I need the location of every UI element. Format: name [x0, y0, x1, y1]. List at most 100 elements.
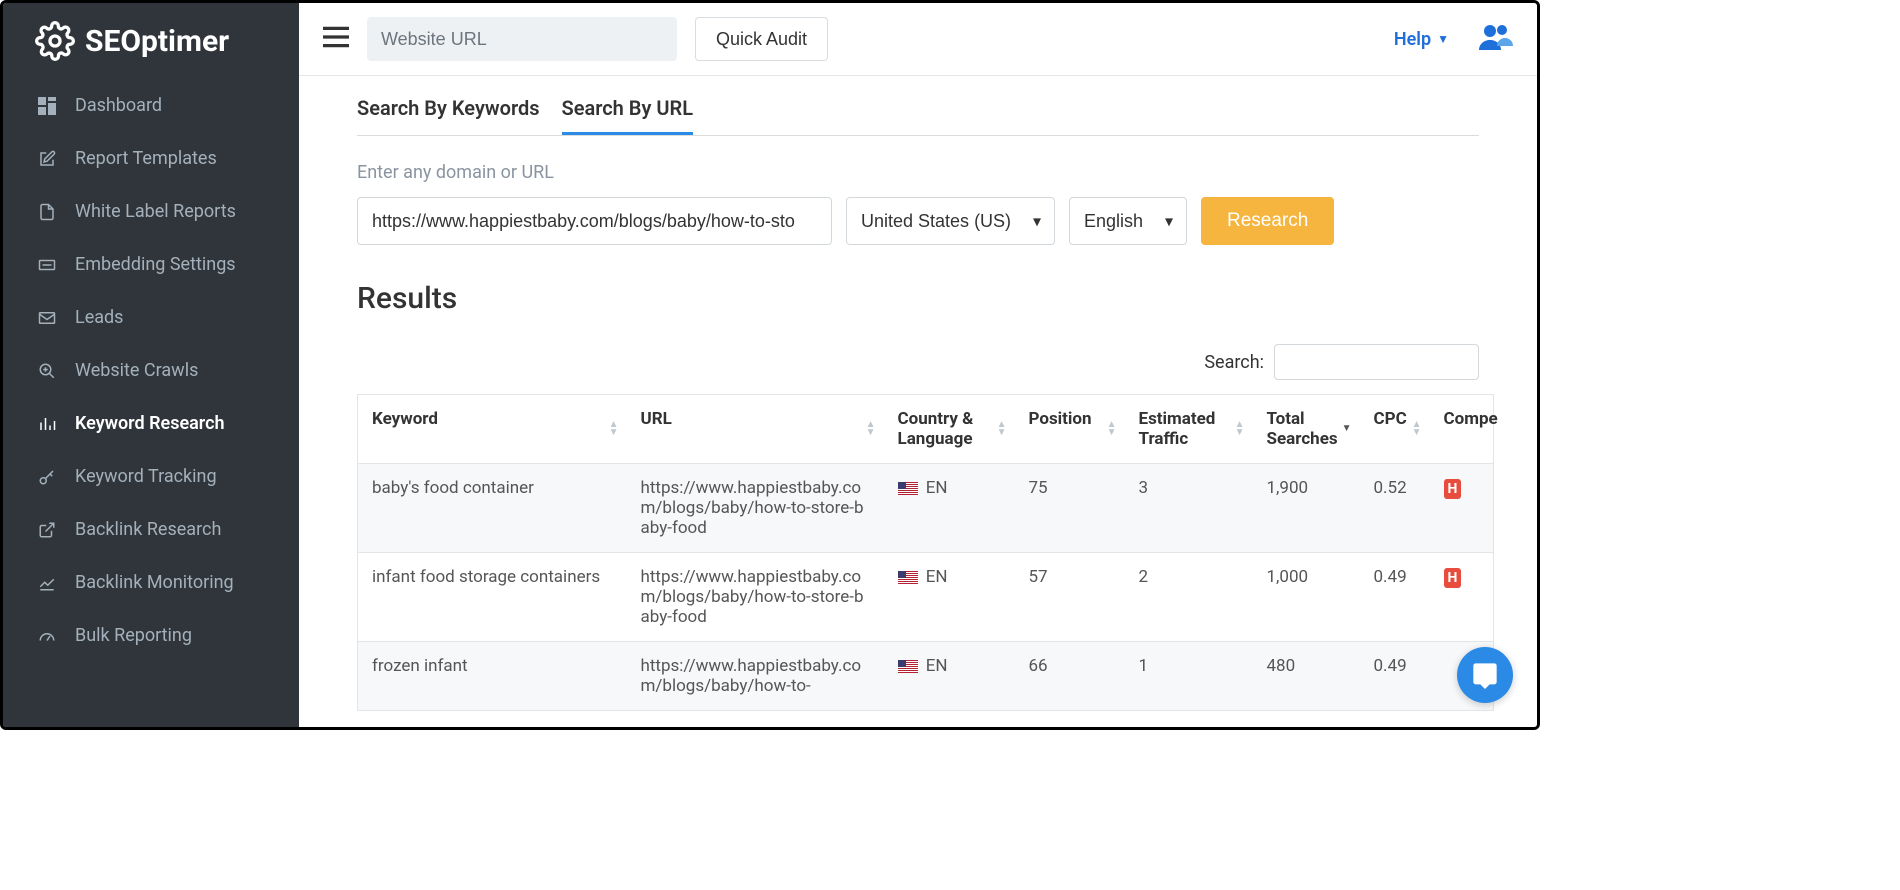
sidebar-item-label: Leads	[75, 307, 123, 328]
sidebar-item-label: Keyword Research	[75, 413, 225, 434]
sidebar-item-label: Embedding Settings	[75, 254, 236, 275]
sidebar-item-label: Bulk Reporting	[75, 625, 192, 646]
tabs: Search By Keywords Search By URL	[357, 96, 1479, 136]
table-row[interactable]: infant food storage containers https://w…	[358, 553, 1494, 642]
hamburger-icon	[323, 26, 349, 48]
pencil-square-icon	[35, 150, 59, 168]
chat-icon	[1471, 661, 1499, 689]
sidebar-item-keyword-tracking[interactable]: Keyword Tracking	[3, 450, 299, 503]
sidebar-item-embedding[interactable]: Embedding Settings	[3, 238, 299, 291]
line-chart-icon	[35, 574, 59, 592]
sort-icon: ▲▼	[997, 421, 1007, 437]
table-search-label: Search:	[1204, 352, 1264, 373]
us-flag-icon	[898, 660, 918, 673]
key-icon	[35, 468, 59, 486]
gear-icon	[35, 21, 75, 61]
sort-icon: ▲▼	[1412, 421, 1422, 437]
cell-competition: H	[1430, 464, 1494, 553]
search-plus-icon	[35, 362, 59, 380]
account-button[interactable]	[1477, 22, 1513, 56]
cell-searches: 480	[1253, 642, 1360, 711]
col-competition[interactable]: Compe	[1430, 395, 1494, 464]
cell-url: https://www.happiestbaby.com/blogs/baby/…	[627, 553, 884, 642]
table-search-input[interactable]	[1274, 344, 1479, 380]
sidebar-item-white-label[interactable]: White Label Reports	[3, 185, 299, 238]
dashboard-icon	[35, 97, 59, 115]
country-select[interactable]: United States (US)	[846, 197, 1055, 245]
col-url[interactable]: URL▲▼	[627, 395, 884, 464]
cell-position: 57	[1015, 553, 1125, 642]
cell-traffic: 3	[1125, 464, 1253, 553]
bar-chart-icon	[35, 415, 59, 433]
sidebar-item-bulk-reporting[interactable]: Bulk Reporting	[3, 609, 299, 662]
us-flag-icon	[898, 482, 918, 495]
table-row[interactable]: baby's food container https://www.happie…	[358, 464, 1494, 553]
cell-traffic: 2	[1125, 553, 1253, 642]
results-table: Keyword▲▼ URL▲▼ Country & Language▲▼ Pos…	[357, 394, 1494, 711]
sidebar-item-label: Keyword Tracking	[75, 466, 217, 487]
sidebar-item-leads[interactable]: Leads	[3, 291, 299, 344]
chat-button[interactable]	[1457, 647, 1513, 703]
col-searches[interactable]: Total Searches▼	[1253, 395, 1360, 464]
table-search-row: Search:	[357, 344, 1479, 380]
topbar: Quick Audit Help ▼	[299, 3, 1537, 76]
sidebar-item-label: Report Templates	[75, 148, 217, 169]
sidebar-item-label: White Label Reports	[75, 201, 236, 222]
cell-searches: 1,000	[1253, 553, 1360, 642]
sidebar-item-keyword-research[interactable]: Keyword Research	[3, 397, 299, 450]
gauge-icon	[35, 627, 59, 645]
quick-audit-button[interactable]: Quick Audit	[695, 17, 828, 61]
sidebar-item-report-templates[interactable]: Report Templates	[3, 132, 299, 185]
cell-keyword: baby's food container	[358, 464, 627, 553]
envelope-icon	[35, 309, 59, 327]
help-dropdown[interactable]: Help ▼	[1394, 29, 1449, 50]
research-button[interactable]: Research	[1201, 197, 1334, 245]
nav-list: Dashboard Report Templates White Label R…	[3, 79, 299, 662]
competition-badge: H	[1444, 568, 1462, 588]
sidebar-item-label: Backlink Research	[75, 519, 221, 540]
cell-keyword: frozen infant	[358, 642, 627, 711]
sidebar-item-website-crawls[interactable]: Website Crawls	[3, 344, 299, 397]
cell-url: https://www.happiestbaby.com/blogs/baby/…	[627, 642, 884, 711]
cell-country: EN	[884, 553, 1015, 642]
sort-icon: ▲▼	[866, 421, 876, 437]
table-row[interactable]: frozen infant https://www.happiestbaby.c…	[358, 642, 1494, 711]
sidebar-item-dashboard[interactable]: Dashboard	[3, 79, 299, 132]
chevron-down-icon: ▼	[1437, 32, 1449, 46]
website-url-input[interactable]	[367, 17, 677, 61]
sidebar-item-label: Backlink Monitoring	[75, 572, 234, 593]
cell-keyword: infant food storage containers	[358, 553, 627, 642]
sidebar: SEOptimer Dashboard Report Templates Whi…	[3, 3, 299, 727]
table-header-row: Keyword▲▼ URL▲▼ Country & Language▲▼ Pos…	[358, 395, 1494, 464]
sidebar-item-label: Dashboard	[75, 95, 162, 116]
language-select[interactable]: English	[1069, 197, 1187, 245]
cell-traffic: 1	[1125, 642, 1253, 711]
files-icon	[35, 203, 59, 221]
domain-input[interactable]	[357, 197, 832, 245]
cell-url: https://www.happiestbaby.com/blogs/baby/…	[627, 464, 884, 553]
col-position[interactable]: Position▲▼	[1015, 395, 1125, 464]
sidebar-item-backlink-monitoring[interactable]: Backlink Monitoring	[3, 556, 299, 609]
col-country[interactable]: Country & Language▲▼	[884, 395, 1015, 464]
sort-icon: ▲▼	[1107, 421, 1117, 437]
menu-toggle[interactable]	[323, 26, 349, 52]
tab-search-keywords[interactable]: Search By Keywords	[357, 96, 540, 135]
cell-cpc: 0.49	[1360, 642, 1430, 711]
cell-position: 75	[1015, 464, 1125, 553]
cell-searches: 1,900	[1253, 464, 1360, 553]
cell-cpc: 0.49	[1360, 553, 1430, 642]
sidebar-item-backlink-research[interactable]: Backlink Research	[3, 503, 299, 556]
sort-icon: ▲▼	[1235, 421, 1245, 437]
embed-icon	[35, 256, 59, 274]
col-cpc[interactable]: CPC▲▼	[1360, 395, 1430, 464]
search-row: United States (US) English Research	[357, 197, 1479, 245]
sidebar-item-label: Website Crawls	[75, 360, 198, 381]
results-heading: Results	[357, 281, 1479, 316]
us-flag-icon	[898, 571, 918, 584]
main-area: Quick Audit Help ▼ Search By Keywords Se…	[299, 3, 1537, 727]
col-traffic[interactable]: Estimated Traffic▲▼	[1125, 395, 1253, 464]
col-keyword[interactable]: Keyword▲▼	[358, 395, 627, 464]
brand-text: SEOptimer	[85, 24, 229, 59]
tab-search-url[interactable]: Search By URL	[562, 96, 694, 135]
sort-icon: ▲▼	[609, 421, 619, 437]
